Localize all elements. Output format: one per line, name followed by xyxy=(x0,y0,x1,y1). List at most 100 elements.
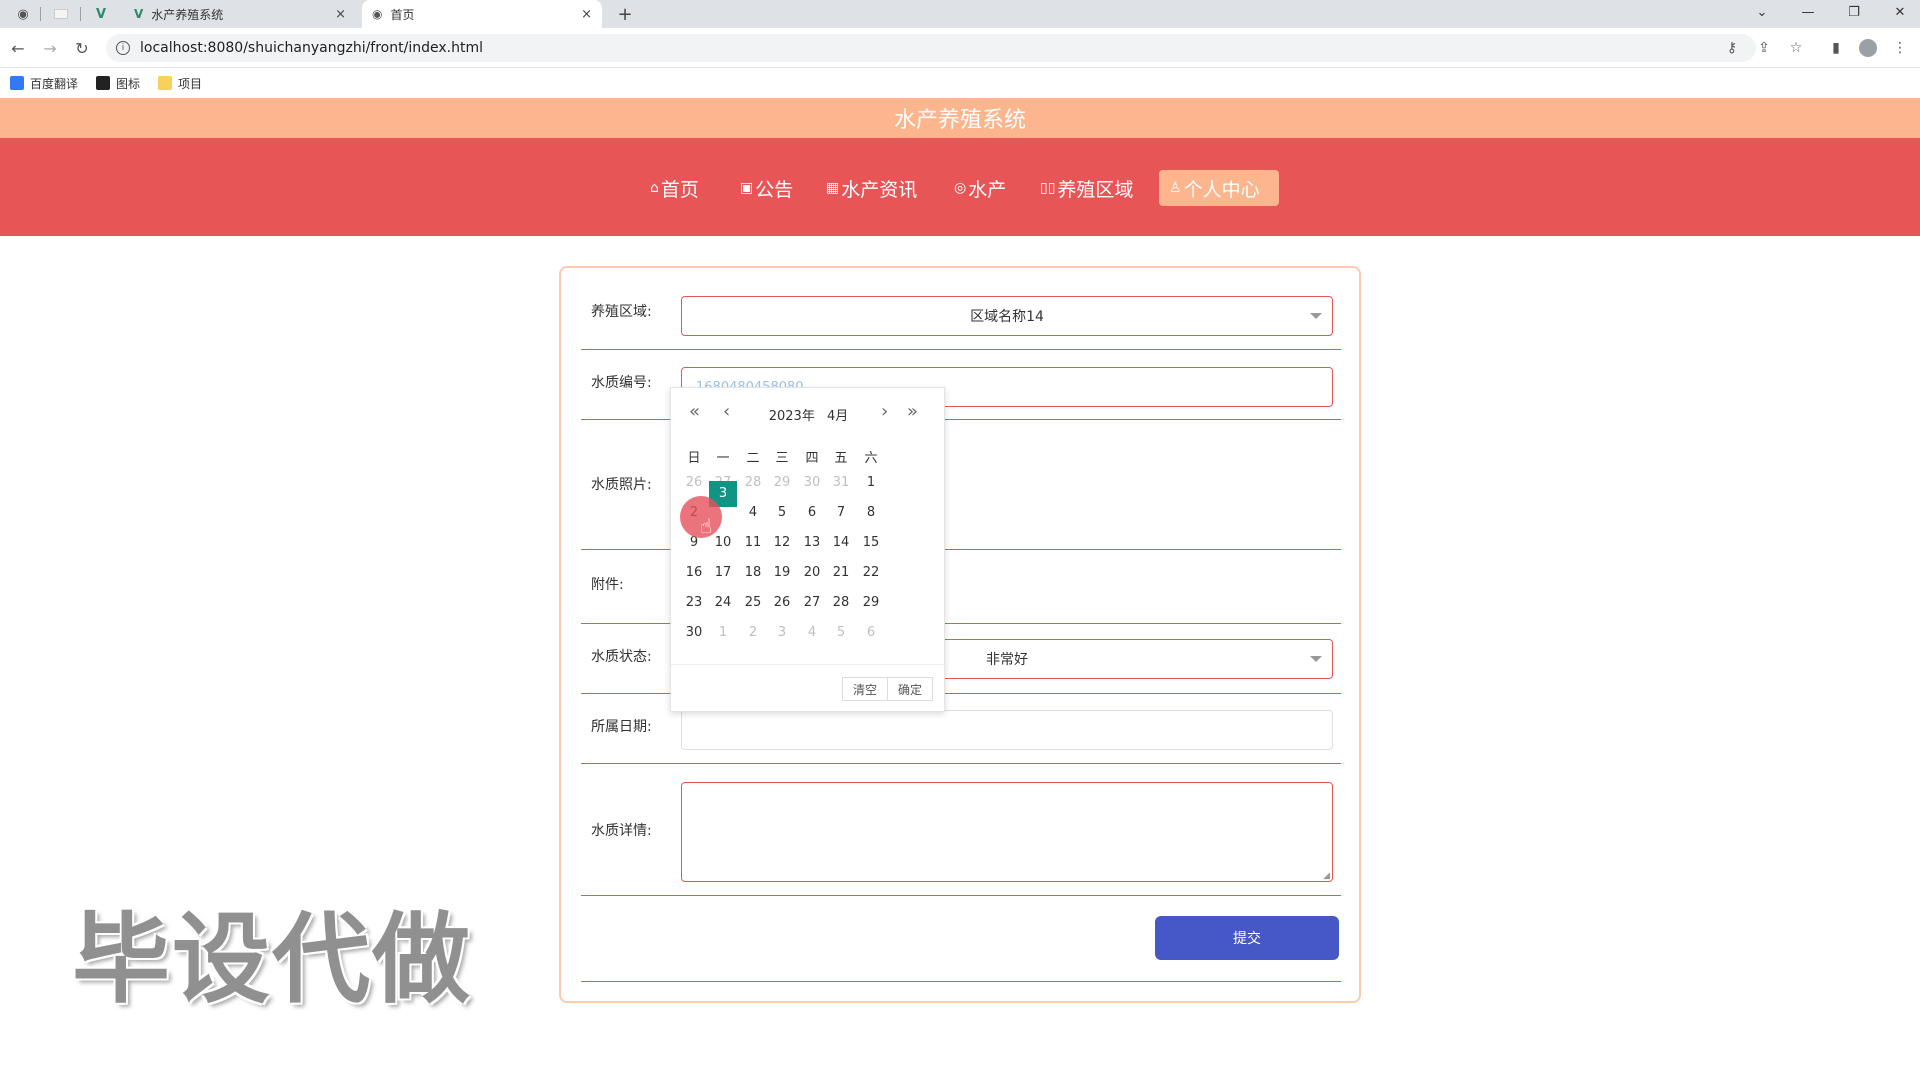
next-year-icon[interactable]: » xyxy=(907,402,918,422)
area-select[interactable]: 区域名称14 xyxy=(681,296,1333,336)
tab-aquaculture[interactable]: V 水产养殖系统 × xyxy=(124,0,356,28)
form-row-area: 养殖区域: 区域名称14 xyxy=(581,268,1341,350)
star-icon[interactable]: ☆ xyxy=(1786,38,1806,58)
side-panel-icon[interactable]: ▮ xyxy=(1826,38,1846,58)
dp-year[interactable]: 2023年 xyxy=(769,409,815,424)
day-cell[interactable]: 23 xyxy=(680,592,708,614)
day-cell[interactable]: 11 xyxy=(739,532,767,554)
nav-item-news[interactable]: ▦ 水产资讯 xyxy=(816,170,927,206)
day-cell[interactable]: 4 xyxy=(739,502,767,524)
day-cell[interactable]: 20 xyxy=(798,562,826,584)
restore-icon[interactable]: ❐ xyxy=(1834,0,1874,24)
day-cell[interactable]: 1 xyxy=(709,622,737,644)
detail-textarea[interactable]: ◢ xyxy=(681,782,1333,882)
day-cell[interactable]: 2 xyxy=(739,622,767,644)
reload-icon[interactable]: ↻ xyxy=(70,36,94,60)
nav-item-area[interactable]: ▯▯ 养殖区域 xyxy=(1030,170,1143,206)
user-icon: ♙ xyxy=(1169,180,1182,196)
pinned-tab-vue[interactable]: V xyxy=(88,0,114,28)
back-icon[interactable]: ← xyxy=(6,36,30,60)
new-tab-button[interactable]: + xyxy=(612,0,638,28)
clear-button[interactable]: 清空 xyxy=(842,677,889,701)
resize-handle-icon[interactable]: ◢ xyxy=(1323,871,1330,881)
bookmark-icons[interactable]: 图标 xyxy=(96,75,140,92)
site-title-bar: 水产养殖系统 xyxy=(0,98,1920,138)
day-cell[interactable]: 5 xyxy=(827,622,855,644)
weekday-header: 四 xyxy=(805,451,819,466)
weekday-header: 五 xyxy=(834,451,848,466)
day-cell[interactable]: 30 xyxy=(680,622,708,644)
day-cell[interactable]: 10 xyxy=(709,532,737,554)
day-cell[interactable]: 27 xyxy=(798,592,826,614)
day-cell[interactable]: 31 xyxy=(827,472,855,494)
day-cell[interactable]: 25 xyxy=(739,592,767,614)
day-cell[interactable]: 30 xyxy=(798,472,826,494)
day-cell[interactable]: 5 xyxy=(768,502,796,524)
share-icon[interactable]: ⇪ xyxy=(1754,38,1774,58)
day-cell[interactable]: 4 xyxy=(798,622,826,644)
close-window-icon[interactable]: ✕ xyxy=(1880,0,1920,24)
url-field[interactable]: i localhost:8080/shuichanyangzhi/front/i… xyxy=(106,34,1756,62)
confirm-button[interactable]: 确定 xyxy=(887,677,934,701)
day-cell[interactable]: 1 xyxy=(857,472,885,494)
tab-search-icon[interactable]: ⌄ xyxy=(1742,0,1782,24)
vue-logo-icon: V xyxy=(134,7,144,21)
nav-label: 水产资讯 xyxy=(841,178,918,201)
address-bar: ← → ↻ i localhost:8080/shuichanyangzhi/f… xyxy=(0,28,1920,68)
nav-item-notice[interactable]: ▣ 公告 xyxy=(730,170,803,206)
day-cell[interactable]: 28 xyxy=(739,472,767,494)
globe-icon: ◉ xyxy=(372,7,383,21)
menu-icon[interactable]: ⋮ xyxy=(1890,38,1910,58)
chevron-down-icon xyxy=(1310,313,1322,319)
day-cell[interactable]: 21 xyxy=(827,562,855,584)
site-nav: ⌂ 首页 ▣ 公告 ▦ 水产资讯 ◎ 水产 ▯▯ 养殖区域 ♙ 个人中心 xyxy=(0,138,1920,236)
day-cell[interactable]: 17 xyxy=(709,562,737,584)
day-cell[interactable]: 22 xyxy=(857,562,885,584)
page-icon xyxy=(54,9,68,19)
bookmark-baidu-translate[interactable]: 百度翻译 xyxy=(10,75,78,92)
info-icon[interactable]: i xyxy=(116,41,130,55)
day-cell[interactable]: 29 xyxy=(857,592,885,614)
day-cell[interactable]: 8 xyxy=(857,502,885,524)
day-cell[interactable]: 6 xyxy=(798,502,826,524)
nav-item-profile[interactable]: ♙ 个人中心 xyxy=(1159,170,1279,206)
day-cell[interactable]: 14 xyxy=(827,532,855,554)
weekday-header: 三 xyxy=(775,451,789,466)
day-cell[interactable]: 28 xyxy=(827,592,855,614)
globe-icon: ◉ xyxy=(17,6,29,22)
date-input[interactable] xyxy=(681,710,1333,750)
bookmark-project[interactable]: 项目 xyxy=(158,75,202,92)
profile-icon[interactable] xyxy=(1858,38,1878,58)
day-cell[interactable]: 7 xyxy=(827,502,855,524)
tab-close-icon[interactable]: × xyxy=(335,7,346,22)
next-month-icon[interactable]: › xyxy=(881,402,888,422)
tab-home[interactable]: ◉ 首页 × xyxy=(362,0,602,28)
forward-icon[interactable]: → xyxy=(38,36,62,60)
nav-item-home[interactable]: ⌂ 首页 xyxy=(640,170,709,206)
nav-item-aquatic[interactable]: ◎ 水产 xyxy=(944,170,1016,206)
day-cell[interactable]: 15 xyxy=(857,532,885,554)
weekday-header: 日 xyxy=(687,451,701,466)
day-cell[interactable]: 13 xyxy=(798,532,826,554)
site-title: 水产养殖系统 xyxy=(893,108,1026,133)
day-cell[interactable]: 16 xyxy=(680,562,708,584)
weekday-header: 二 xyxy=(746,451,760,466)
day-cell[interactable]: 26 xyxy=(680,472,708,494)
day-cell[interactable]: 6 xyxy=(857,622,885,644)
submit-button[interactable]: 提交 xyxy=(1155,916,1339,960)
day-cell[interactable]: 18 xyxy=(739,562,767,584)
day-cell[interactable]: 24 xyxy=(709,592,737,614)
day-cell[interactable]: 3 xyxy=(768,622,796,644)
tab-close-icon[interactable]: × xyxy=(581,7,592,22)
key-icon[interactable]: ⚷ xyxy=(1722,38,1742,58)
pinned-tab-globe[interactable]: ◉ xyxy=(10,0,36,28)
day-cell[interactable]: 29 xyxy=(768,472,796,494)
minimize-icon[interactable]: — xyxy=(1788,0,1828,24)
date-picker-title: 2023年 4月 xyxy=(671,405,946,424)
day-cell[interactable]: 12 xyxy=(768,532,796,554)
dp-month[interactable]: 4月 xyxy=(827,409,848,424)
day-cell[interactable]: 26 xyxy=(768,592,796,614)
form-row-submit: 提交 xyxy=(581,896,1341,982)
day-cell[interactable]: 19 xyxy=(768,562,796,584)
pinned-tab-blank[interactable] xyxy=(48,0,74,28)
